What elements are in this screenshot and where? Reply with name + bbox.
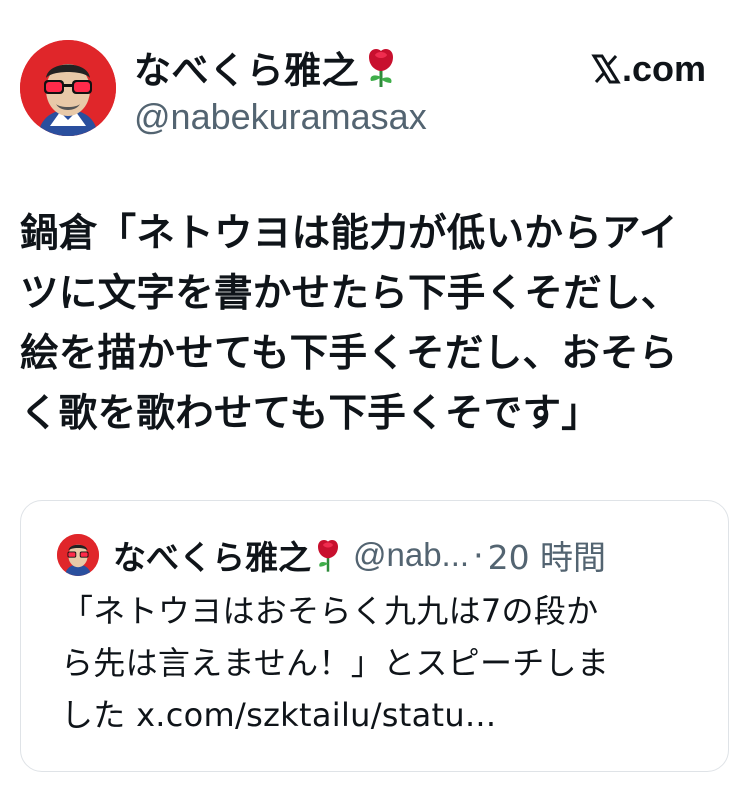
avatar-red-sunglasses xyxy=(20,40,116,136)
quoted-tweet-header: なべくら雅之 @nab... · 20 時間 xyxy=(57,531,606,579)
rose-icon xyxy=(369,49,393,87)
quoted-tweet-line: ら先は言えません！」とスピーチしま xyxy=(61,644,610,682)
tweet-header: なべくら雅之 @nabekuramasax .com xyxy=(20,38,730,142)
tweet-line: 絵を描かせても下手くそだし、おそら xyxy=(20,331,678,376)
rose-icon xyxy=(318,540,338,572)
quoted-author-avatar[interactable] xyxy=(57,534,99,576)
tweet-text: 鍋倉「ネトウヨは能力が低いからアイ ツに文字を書かせたら下手くそだし、 絵を描か… xyxy=(20,204,735,444)
author-name-row: なべくら雅之 xyxy=(134,40,399,94)
avatar-red-sunglasses xyxy=(57,534,99,576)
author-avatar[interactable] xyxy=(20,40,116,136)
x-logo-icon xyxy=(591,54,621,84)
tweet-line: 鍋倉「ネトウヨは能力が低いからアイ xyxy=(20,211,678,256)
quoted-author-display-name[interactable]: なべくら雅之 xyxy=(113,531,311,579)
tweet-line: ツに文字を書かせたら下手くそだし、 xyxy=(20,271,680,316)
author-display-name[interactable]: なべくら雅之 xyxy=(134,40,359,94)
quoted-tweet-line[interactable]: した x.com/szktailu/statu... xyxy=(61,689,721,741)
tweet-line: く歌を歌わせても下手くそです」 xyxy=(20,391,601,436)
quoted-tweet-text: 「ネトウヨはおそらく九九は7の段か ら先は言えません！」とスピーチしま した x… xyxy=(61,585,721,741)
quoted-tweet-card[interactable]: なべくら雅之 @nab... · 20 時間 「ネトウヨはおそらく九九は7の段か… xyxy=(20,500,729,772)
source-label: .com xyxy=(590,48,706,90)
quoted-author-handle[interactable]: @nab... xyxy=(353,536,469,574)
quoted-tweet-line: 「ネトウヨはおそらく九九は7の段か xyxy=(61,592,599,630)
quoted-timestamp[interactable]: 20 時間 xyxy=(488,531,606,579)
author-handle[interactable]: @nabekuramasax xyxy=(134,96,427,138)
separator-dot: · xyxy=(473,535,484,575)
source-domain: .com xyxy=(621,48,706,89)
